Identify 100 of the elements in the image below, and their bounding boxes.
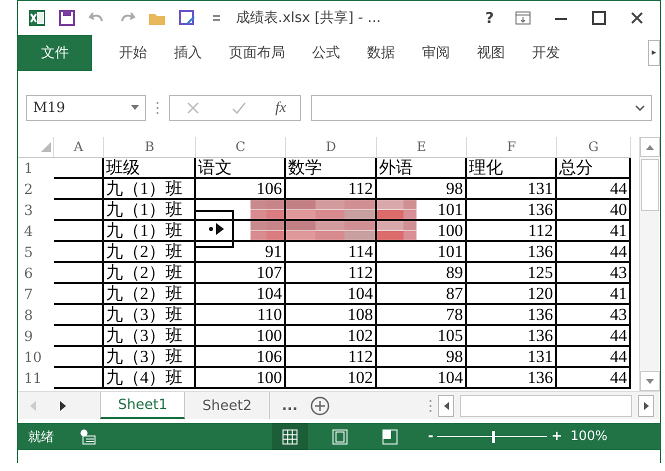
column-header[interactable]: D bbox=[286, 137, 377, 157]
row-header[interactable]: 3 bbox=[18, 200, 54, 221]
table-cell: 九（3）班 bbox=[104, 347, 196, 368]
table-cell: 110 bbox=[196, 305, 286, 326]
table-cell: 87 bbox=[377, 284, 467, 305]
column-header[interactable]: B bbox=[104, 137, 196, 157]
row-header[interactable]: 2 bbox=[18, 179, 54, 200]
zoom-out-button[interactable]: - bbox=[428, 429, 434, 444]
table-cell bbox=[54, 284, 104, 305]
name-box[interactable]: M19 bbox=[26, 95, 146, 121]
expand-icon[interactable] bbox=[635, 105, 645, 111]
column-header[interactable]: A bbox=[54, 137, 104, 157]
table-cell: 九（2）班 bbox=[104, 242, 196, 263]
help-button[interactable]: ? bbox=[485, 9, 494, 27]
table-cell: 40 bbox=[557, 200, 631, 221]
ribbon-tab[interactable]: 插入 bbox=[174, 44, 202, 62]
scroll-up-button[interactable] bbox=[640, 137, 660, 157]
column-header[interactable]: F bbox=[467, 137, 557, 157]
table-cell: 98 bbox=[377, 347, 467, 368]
sheet-tab[interactable]: Sheet1 bbox=[100, 392, 186, 419]
table-cell: 102 bbox=[286, 368, 377, 389]
normal-view-button[interactable] bbox=[272, 423, 308, 450]
next-sheet-icon[interactable] bbox=[60, 400, 66, 410]
table-cell: 104 bbox=[196, 284, 286, 305]
table-cell: 理化 bbox=[467, 158, 557, 179]
table-cell: 九（3）班 bbox=[104, 326, 196, 347]
down-arrow-icon bbox=[646, 378, 654, 384]
excel-icon[interactable] bbox=[28, 9, 46, 27]
table-cell: 九（1）班 bbox=[104, 200, 196, 221]
scroll-down-button[interactable] bbox=[640, 371, 660, 391]
ribbon-tab[interactable]: 开发 bbox=[532, 44, 560, 62]
dropdown-icon[interactable] bbox=[131, 105, 139, 111]
table-cell: 100 bbox=[377, 221, 467, 242]
table-cell: 108 bbox=[286, 305, 377, 326]
table-cell: 136 bbox=[467, 305, 557, 326]
row-header[interactable]: 11 bbox=[18, 368, 54, 389]
save-icon[interactable] bbox=[58, 9, 76, 27]
table-cell: 104 bbox=[286, 284, 377, 305]
ribbon-tab[interactable]: 开始 bbox=[119, 44, 147, 62]
table-cell: 105 bbox=[377, 326, 467, 347]
zoom-slider-thumb[interactable] bbox=[492, 430, 496, 442]
table-cell: 78 bbox=[377, 305, 467, 326]
add-sheet-icon[interactable] bbox=[310, 396, 330, 416]
column-header[interactable]: C bbox=[196, 137, 286, 157]
row-header[interactable]: 7 bbox=[18, 284, 54, 305]
table-cell: 107 bbox=[196, 263, 286, 284]
ribbon-scroll-button[interactable]: ▸ bbox=[648, 40, 660, 66]
ribbon-tab[interactable]: 审阅 bbox=[422, 44, 450, 62]
row-header[interactable]: 5 bbox=[18, 242, 54, 263]
table-cell bbox=[54, 305, 104, 326]
ribbon-tab[interactable]: 数据 bbox=[367, 44, 395, 62]
zoom-percent[interactable]: 100% bbox=[570, 429, 608, 444]
row-header[interactable]: 10 bbox=[18, 347, 54, 368]
table-cell: 九（1）班 bbox=[104, 179, 196, 200]
sheet-tab[interactable]: Sheet2 bbox=[185, 392, 270, 419]
macro-record-icon[interactable] bbox=[80, 428, 96, 444]
maximize-icon[interactable] bbox=[590, 9, 608, 27]
left-arrow-icon bbox=[444, 402, 448, 410]
horizontal-scrollbar[interactable] bbox=[460, 394, 632, 416]
table-cell: 九（2）班 bbox=[104, 284, 196, 305]
table-cell: 外语 bbox=[377, 158, 467, 179]
table-cell: 112 bbox=[286, 347, 377, 368]
ribbon-tab[interactable]: 页面布局 bbox=[229, 44, 285, 62]
table-cell: 101 bbox=[377, 242, 467, 263]
ribbon-tab[interactable]: 公式 bbox=[312, 44, 340, 62]
file-tab[interactable]: 文件 bbox=[18, 35, 92, 71]
up-arrow-icon bbox=[646, 144, 654, 150]
scroll-left-button[interactable] bbox=[438, 394, 454, 416]
row-header[interactable]: 9 bbox=[18, 326, 54, 347]
scroll-thumb[interactable] bbox=[641, 159, 659, 211]
row-header[interactable]: 4 bbox=[18, 221, 54, 242]
column-header[interactable]: G bbox=[557, 137, 631, 157]
insert-function-button[interactable]: fx bbox=[275, 100, 286, 116]
table-cell: 43 bbox=[557, 263, 631, 284]
table-cell: 九（4）班 bbox=[104, 368, 196, 389]
table-cell: 44 bbox=[557, 347, 631, 368]
table-cell: 131 bbox=[467, 347, 557, 368]
column-header[interactable]: E bbox=[377, 137, 467, 157]
row-header[interactable]: 8 bbox=[18, 305, 54, 326]
table-cell: 语文 bbox=[196, 158, 286, 179]
table-cell: 136 bbox=[467, 326, 557, 347]
table-cell: 104 bbox=[377, 368, 467, 389]
move-pointer-icon bbox=[208, 223, 226, 235]
formula-input[interactable] bbox=[311, 95, 652, 121]
table-cell: 九（1）班 bbox=[104, 221, 196, 242]
row-header[interactable]: 1 bbox=[18, 158, 54, 179]
ribbon-display-icon[interactable] bbox=[514, 9, 532, 27]
table-cell: 44 bbox=[557, 326, 631, 347]
table-cell: 91 bbox=[196, 242, 286, 263]
table-cell: 44 bbox=[557, 368, 631, 389]
row-header[interactable]: 6 bbox=[18, 263, 54, 284]
table-cell bbox=[54, 158, 104, 179]
save-as-icon[interactable] bbox=[178, 9, 196, 27]
more-sheets-button[interactable]: ... bbox=[282, 398, 298, 414]
scroll-right-button[interactable] bbox=[638, 394, 654, 416]
ribbon-tab[interactable]: 视图 bbox=[477, 44, 505, 62]
zoom-in-button[interactable]: + bbox=[551, 429, 562, 444]
table-cell: 44 bbox=[557, 242, 631, 263]
table-cell: 100 bbox=[196, 326, 286, 347]
table-cell: 125 bbox=[467, 263, 557, 284]
